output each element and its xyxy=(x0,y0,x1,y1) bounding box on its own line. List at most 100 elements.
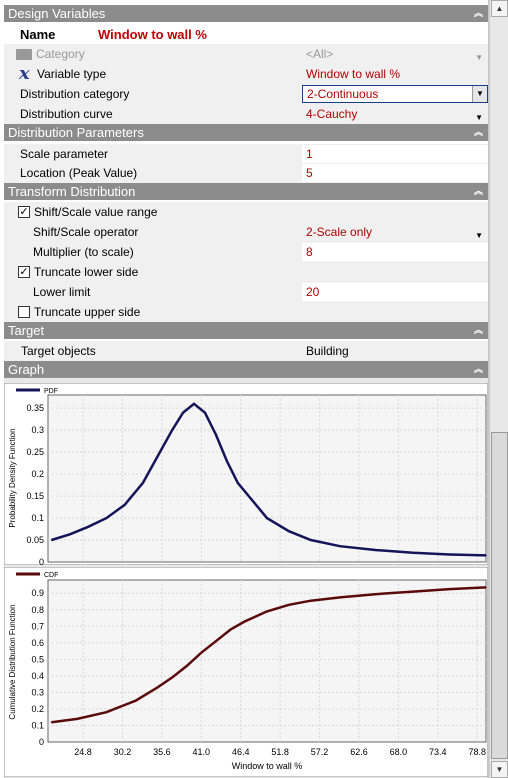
x-variable-icon: x xyxy=(19,63,30,84)
x-tick-label: 24.8 xyxy=(74,747,92,757)
category-dropdown[interactable]: <All> ▼ xyxy=(302,45,488,63)
data-point xyxy=(266,517,268,519)
data-point xyxy=(229,628,232,631)
shift-scale-range-checkbox[interactable]: ✓ xyxy=(18,206,30,218)
scrollbar-thumb[interactable] xyxy=(491,432,508,759)
data-point xyxy=(193,403,195,405)
data-point xyxy=(69,533,71,536)
distribution-category-value: 2-Continuous xyxy=(307,87,379,101)
section-design-variables[interactable]: Design Variables ︽ xyxy=(4,5,488,22)
x-tick-label: 57.2 xyxy=(311,747,329,757)
section-title: Transform Distribution xyxy=(8,184,136,199)
data-point xyxy=(76,718,78,720)
scale-parameter-label: Scale parameter xyxy=(20,147,109,161)
data-point xyxy=(87,526,89,528)
lower-limit-input[interactable]: 20 xyxy=(302,283,488,301)
data-point xyxy=(171,429,173,431)
data-point xyxy=(171,676,173,679)
data-point xyxy=(412,590,414,593)
x-tick-label: 68.0 xyxy=(390,747,408,757)
section-target[interactable]: Target ︽ xyxy=(4,322,488,339)
data-point xyxy=(448,588,451,590)
y-tick-label: 0.1 xyxy=(31,513,44,523)
data-point xyxy=(310,539,312,541)
distribution-curve-dropdown[interactable]: 4-Cauchy ▼ xyxy=(302,105,488,123)
data-point xyxy=(156,686,159,689)
multiplier-input[interactable]: 8 xyxy=(302,243,488,261)
y-tick-label: 0.1 xyxy=(31,720,44,730)
shift-scale-operator-label: Shift/Scale operator xyxy=(33,225,139,239)
section-title: Target xyxy=(8,323,45,338)
category-value: <All> xyxy=(306,47,334,61)
x-tick-label: 41.0 xyxy=(193,747,211,757)
truncate-upper-row: Truncate upper side xyxy=(4,302,488,322)
x-tick-label: 78.8 xyxy=(468,747,486,757)
variable-type-label: Variable type xyxy=(37,67,107,81)
y-tick-label: 0.3 xyxy=(31,687,44,697)
section-transform-distribution[interactable]: Transform Distribution ︽ xyxy=(4,183,488,200)
y-tick-label: 0.7 xyxy=(31,621,44,631)
data-point xyxy=(50,721,53,723)
distribution-category-row: Distribution category 2-Continuous ▼ xyxy=(4,84,488,104)
distribution-curve-label: Distribution curve xyxy=(20,107,113,121)
target-objects-row: Target objects Building xyxy=(4,341,488,361)
data-point xyxy=(185,665,188,667)
section-distribution-parameters[interactable]: Distribution Parameters ︽ xyxy=(4,124,488,141)
distribution-category-dropdown[interactable]: 2-Continuous ▼ xyxy=(302,85,488,103)
section-title: Graph xyxy=(8,362,45,377)
y-tick-label: 0.8 xyxy=(31,605,44,615)
data-point xyxy=(215,640,217,642)
data-point xyxy=(288,530,290,532)
location-input[interactable]: 5 xyxy=(302,164,488,182)
data-point xyxy=(339,596,341,599)
truncate-lower-label: Truncate lower side xyxy=(34,265,139,279)
section-title: Distribution Parameters xyxy=(8,125,144,140)
dropdown-arrow-icon[interactable]: ▼ xyxy=(472,86,487,102)
data-point xyxy=(448,553,451,556)
data-point xyxy=(142,482,144,484)
cdf-chart: 0 0.1 0.2 0.3 0.4 0.5 0.6 0.7 0.8 0.9 24.8 30.2 35.… xyxy=(4,567,488,777)
scroll-down-arrow-icon[interactable]: ▼ xyxy=(491,761,508,778)
scale-parameter-input[interactable]: 1 xyxy=(302,145,488,163)
legend-label: PDF xyxy=(44,388,58,395)
collapse-icon[interactable]: ︽ xyxy=(474,183,483,200)
data-point xyxy=(105,711,108,713)
data-point xyxy=(244,620,246,623)
section-graph[interactable]: Graph ︽ xyxy=(4,361,488,378)
data-point xyxy=(375,593,378,595)
data-point xyxy=(123,504,126,506)
collapse-icon[interactable]: ︽ xyxy=(474,5,483,22)
x-tick-label: 62.6 xyxy=(350,747,368,757)
data-point xyxy=(200,651,203,654)
category-row: Category <All> ▼ xyxy=(4,44,488,64)
collapse-icon[interactable]: ︽ xyxy=(474,124,483,141)
shift-scale-operator-dropdown[interactable]: 2-Scale only ▼ xyxy=(302,223,488,241)
collapse-icon[interactable]: ︽ xyxy=(474,322,483,339)
y-tick-label: 0.2 xyxy=(31,704,44,714)
scroll-up-arrow-icon[interactable]: ▲ xyxy=(491,0,508,17)
collapse-icon[interactable]: ︽ xyxy=(474,361,483,378)
data-point xyxy=(485,554,487,557)
distribution-curve-row: Distribution curve 4-Cauchy ▼ xyxy=(4,104,488,124)
shift-scale-range-row: ✓ Shift/Scale value range xyxy=(4,202,488,222)
data-point xyxy=(485,586,487,589)
truncate-lower-checkbox[interactable]: ✓ xyxy=(18,266,30,278)
y-tick-label: 0.35 xyxy=(26,403,44,413)
data-point xyxy=(204,411,206,414)
y-tick-label: 0.05 xyxy=(26,535,44,545)
data-point xyxy=(310,599,312,602)
truncate-upper-checkbox[interactable] xyxy=(18,306,30,318)
location-label: Location (Peak Value) xyxy=(20,166,138,180)
variable-type-value[interactable]: Window to wall % xyxy=(302,65,488,83)
data-point xyxy=(134,699,137,702)
name-value[interactable]: Window to wall % xyxy=(98,27,207,42)
shift-scale-operator-value: 2-Scale only xyxy=(306,225,373,239)
x-tick-label: 30.2 xyxy=(114,747,132,757)
y-axis-label: Cumulative Distribution Function xyxy=(8,604,17,719)
vertical-scrollbar[interactable]: ▲ ▼ xyxy=(489,0,508,778)
target-objects-value[interactable]: Building xyxy=(302,342,488,360)
data-point xyxy=(339,545,341,547)
data-point xyxy=(215,433,217,436)
x-tick-label: 46.4 xyxy=(232,747,250,757)
y-tick-label: 0.4 xyxy=(31,671,44,681)
